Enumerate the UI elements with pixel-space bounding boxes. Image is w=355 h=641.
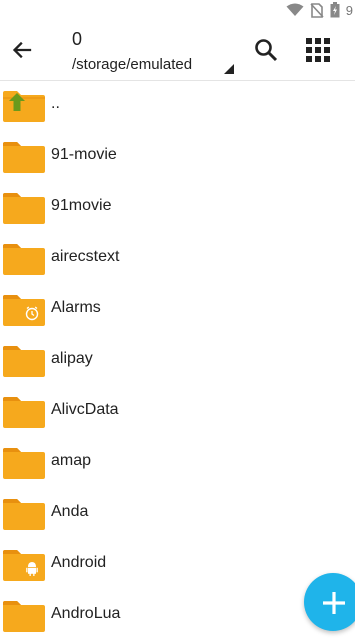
file-name: .. <box>51 95 60 112</box>
list-item[interactable]: Anda <box>0 488 355 539</box>
folder-icon <box>3 193 45 224</box>
file-name: 91-movie <box>51 146 117 163</box>
file-name: alipay <box>51 350 93 367</box>
file-list: .. 91-movie 91movie airecstext Alarms al… <box>0 80 355 641</box>
folder-icon <box>3 601 45 632</box>
list-item[interactable]: 91-movie <box>0 131 355 182</box>
status-time: 9 <box>345 2 353 18</box>
no-sim-icon <box>310 2 324 18</box>
file-name: Anda <box>51 503 89 520</box>
grid-view-icon[interactable] <box>306 38 330 62</box>
file-name: amap <box>51 452 92 469</box>
folder-icon <box>3 244 45 275</box>
folder-android-icon <box>3 550 45 581</box>
add-button[interactable] <box>304 573 355 631</box>
folder-icon <box>3 397 45 428</box>
list-item[interactable]: alipay <box>0 335 355 386</box>
folder-icon <box>3 448 45 479</box>
toolbar-title: 0 <box>72 29 83 49</box>
folder-icon <box>3 499 45 530</box>
list-item[interactable]: Android <box>0 539 355 590</box>
status-bar: 9 <box>0 0 355 20</box>
file-name: airecstext <box>51 248 120 265</box>
file-name: 91movie <box>51 197 112 214</box>
file-name: Alarms <box>51 299 101 316</box>
current-path[interactable]: /storage/emulated <box>72 56 192 73</box>
file-name: Android <box>51 554 107 571</box>
list-item[interactable]: airecstext <box>0 233 355 284</box>
plus-icon <box>323 592 345 614</box>
list-item[interactable]: 91movie <box>0 182 355 233</box>
battery-icon <box>330 2 340 18</box>
list-item[interactable]: amap <box>0 437 355 488</box>
wifi-icon <box>286 3 304 16</box>
list-item[interactable]: AlivcData <box>0 386 355 437</box>
folder-up-icon <box>3 91 45 122</box>
list-item[interactable]: Alarms <box>0 284 355 335</box>
path-dropdown-icon[interactable] <box>224 64 234 74</box>
back-arrow-icon[interactable] <box>8 36 36 64</box>
folder-icon <box>3 142 45 173</box>
folder-alarm-icon <box>3 295 45 326</box>
toolbar: 0 /storage/emulated <box>0 20 355 81</box>
list-item[interactable]: AndroLua <box>0 590 355 641</box>
file-name: AlivcData <box>51 401 119 418</box>
search-icon[interactable] <box>253 37 279 63</box>
file-name: AndroLua <box>51 605 121 622</box>
folder-icon <box>3 346 45 377</box>
list-item[interactable]: .. <box>0 80 355 131</box>
